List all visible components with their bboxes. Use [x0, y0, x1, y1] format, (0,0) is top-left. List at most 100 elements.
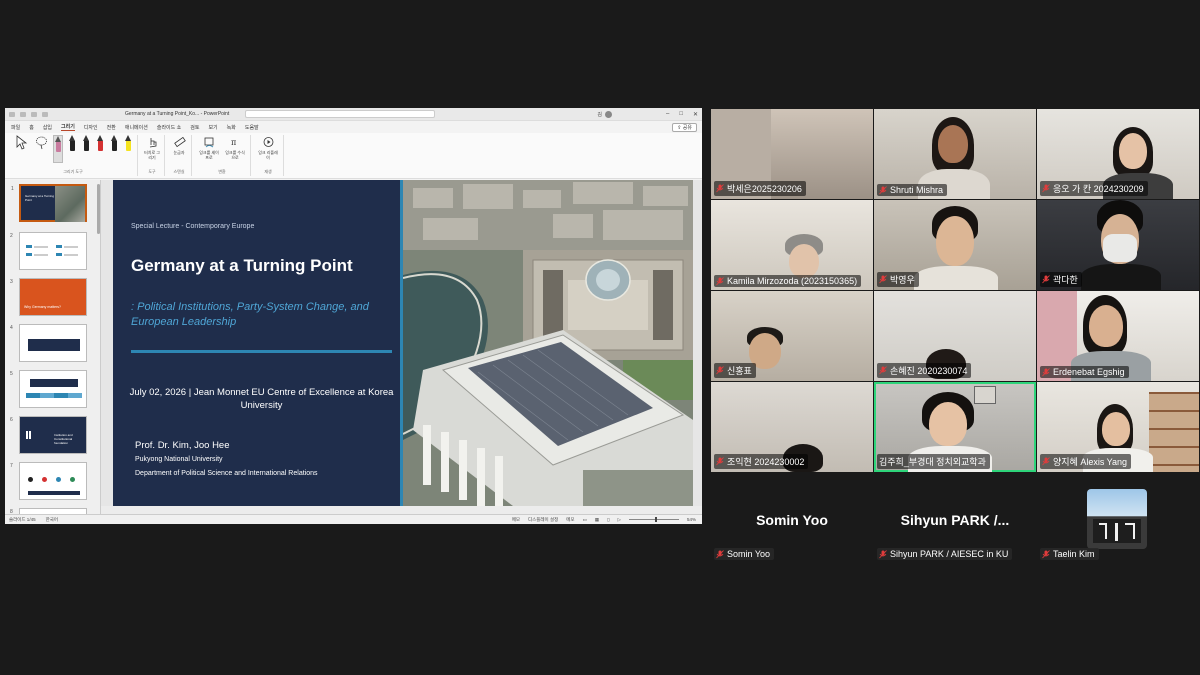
tab-animations[interactable]: 애니메이션 [125, 124, 148, 131]
bookshelf [1149, 392, 1199, 472]
redo-icon[interactable] [31, 111, 37, 117]
slide-thumbnail-7[interactable]: 7 [10, 462, 87, 500]
video-tile-7[interactable]: 신홍표 [711, 291, 873, 381]
video-tile-2[interactable]: Shruti Mishra [874, 109, 1036, 199]
reichstag-aerial-photo [403, 180, 693, 506]
mic-muted-icon [1042, 549, 1050, 558]
participant-nameplate: 박영우 [877, 272, 919, 287]
select-tool-button[interactable] [13, 135, 29, 150]
video-tile-11-active-speaker[interactable]: 김주희_부경대 정치외교학과 [874, 382, 1036, 472]
slide-thumbnail-5[interactable]: 5 [10, 370, 87, 408]
eraser-tool[interactable] [53, 135, 63, 163]
ink-to-math-icon: π [231, 138, 236, 147]
slide-thumbnail-4[interactable]: 4 [10, 324, 87, 362]
video-tile-6[interactable]: 곽다한 [1037, 200, 1199, 290]
face-mask [1103, 234, 1137, 262]
tab-insert[interactable]: 삽입 [43, 124, 52, 131]
video-tile-9[interactable]: Erdenebat Egshig [1037, 291, 1199, 381]
video-tile-5[interactable]: 박영우 [874, 200, 1036, 290]
slide-horizontal-scrollbar[interactable] [101, 506, 702, 514]
search-box[interactable] [245, 110, 435, 118]
pen-1[interactable] [67, 135, 77, 163]
thumb-7-dot [42, 477, 47, 482]
tab-review[interactable]: 검토 [190, 124, 199, 131]
participant-face [789, 244, 819, 278]
language-status[interactable]: 한국어 [46, 517, 58, 523]
quick-access-toolbar[interactable] [9, 111, 48, 117]
current-slide[interactable]: Special Lecture - Contemporary Europe Ge… [113, 180, 693, 506]
thumb-7-dot [28, 477, 33, 482]
lasso-tool-button[interactable] [33, 135, 49, 150]
pen-4-swatch [111, 141, 117, 151]
tab-view[interactable]: 보기 [208, 124, 217, 131]
notes-button[interactable]: 메모 [512, 517, 520, 523]
participant-name: Erdenebat Egshig [1053, 367, 1125, 377]
slide-sorter-icon[interactable]: ▦ [595, 517, 599, 523]
tab-design[interactable]: 디자인 [84, 124, 98, 131]
display-settings-button[interactable]: 디스플레이 설정 [528, 517, 558, 523]
ink-to-math-label: 잉크를 수식으로 [225, 150, 245, 160]
video-tile-10[interactable]: 조익현 2024230002 [711, 382, 873, 472]
ink-replay-button[interactable]: 잉크 리플레이 [257, 135, 279, 160]
highlighter[interactable] [123, 135, 133, 163]
zoom-meeting-window: Germany at a Turning Point_Ko... - Power… [0, 0, 1200, 675]
ink-to-shape-label: 잉크를 셰이프로 [199, 150, 219, 160]
video-tile-1[interactable]: 박세은2025230206 [711, 109, 873, 199]
comments-button[interactable]: 메모 [566, 517, 574, 523]
customize-icon[interactable] [42, 111, 48, 117]
share-button[interactable]: ⇪ 공유 [672, 123, 697, 132]
pen-2[interactable] [81, 135, 91, 163]
tab-file[interactable]: 파일 [11, 124, 20, 131]
draw-with-touch-button[interactable]: 터치로 그리기 [144, 135, 160, 160]
mic-muted-icon [1042, 367, 1050, 376]
slide-thumbnail-2[interactable]: 2 [10, 232, 87, 270]
share-label: 공유 [682, 125, 692, 131]
maximize-icon[interactable]: □ [679, 111, 683, 118]
pen-3[interactable] [95, 135, 105, 163]
zoom-slider[interactable] [628, 517, 679, 522]
video-tile-8[interactable]: 손혜진 2020230074 [874, 291, 1036, 381]
mic-muted-icon [879, 275, 887, 284]
zoom-level[interactable]: 54% [687, 517, 696, 522]
tab-home[interactable]: 홈 [29, 124, 34, 131]
minimize-icon[interactable]: – [666, 111, 669, 118]
reading-view-icon[interactable]: ▯ [607, 517, 609, 523]
account-button[interactable]: 김 [597, 110, 612, 118]
ink-to-math-button[interactable]: π 잉크를 수식으로 [224, 135, 246, 160]
thumb-2-block [56, 253, 62, 256]
slide-number: 4 [10, 325, 13, 331]
close-icon[interactable]: ✕ [693, 111, 698, 118]
participant-nameplate: 손혜진 2020230074 [877, 363, 972, 378]
zoom-slider-thumb[interactable] [654, 517, 657, 522]
mic-muted-icon [879, 549, 887, 558]
video-tile-3[interactable]: 응오 가 칸 2024230209 [1037, 109, 1199, 199]
svg-text:π: π [231, 138, 236, 147]
tab-help[interactable]: 도움말 [245, 124, 259, 131]
tab-draw[interactable]: 그리기 [61, 123, 75, 131]
tab-record[interactable]: 녹화 [227, 124, 236, 131]
undo-icon[interactable] [20, 111, 26, 117]
normal-view-icon[interactable]: ▭ [583, 517, 587, 523]
video-tile-12[interactable]: 양지혜 Alexis Yang [1037, 382, 1199, 472]
tab-slideshow[interactable]: 슬라이드 쇼 [157, 124, 181, 131]
slide-thumbnail-pane[interactable]: 1 Germany at a Turning Point 2 3 Why Ger… [5, 180, 101, 515]
participant-face [938, 125, 968, 163]
shared-screen-powerpoint[interactable]: Germany at a Turning Point_Ko... - Power… [5, 108, 702, 524]
tab-transitions[interactable]: 전환 [107, 124, 116, 131]
slide-thumbnail-1[interactable]: 1 Germany at a Turning Point [11, 184, 87, 222]
video-tile-4[interactable]: Kamila Mirzozoda (2023150365) [711, 200, 873, 290]
mic-muted-icon [716, 457, 724, 466]
slideshow-icon[interactable]: ▷ [618, 517, 621, 523]
ruler-button[interactable]: 눈금자 [171, 135, 187, 155]
slide-number: 3 [10, 279, 13, 285]
pen-4[interactable] [109, 135, 119, 163]
ink-to-shape-button[interactable]: 잉크를 셰이프로 [198, 135, 220, 160]
thumbnail-scrollbar[interactable] [97, 184, 100, 234]
slide-thumbnail-6[interactable]: 6 Institution and Constitutional foundat… [10, 416, 87, 454]
wall-frame [974, 386, 996, 404]
mic-muted-icon [1042, 184, 1050, 193]
thumb-4-box [28, 339, 80, 351]
slide-thumbnail-3[interactable]: 3 Why Germany matters? [10, 278, 87, 316]
save-icon[interactable] [9, 111, 15, 117]
ruler-label: 눈금자 [173, 150, 185, 155]
